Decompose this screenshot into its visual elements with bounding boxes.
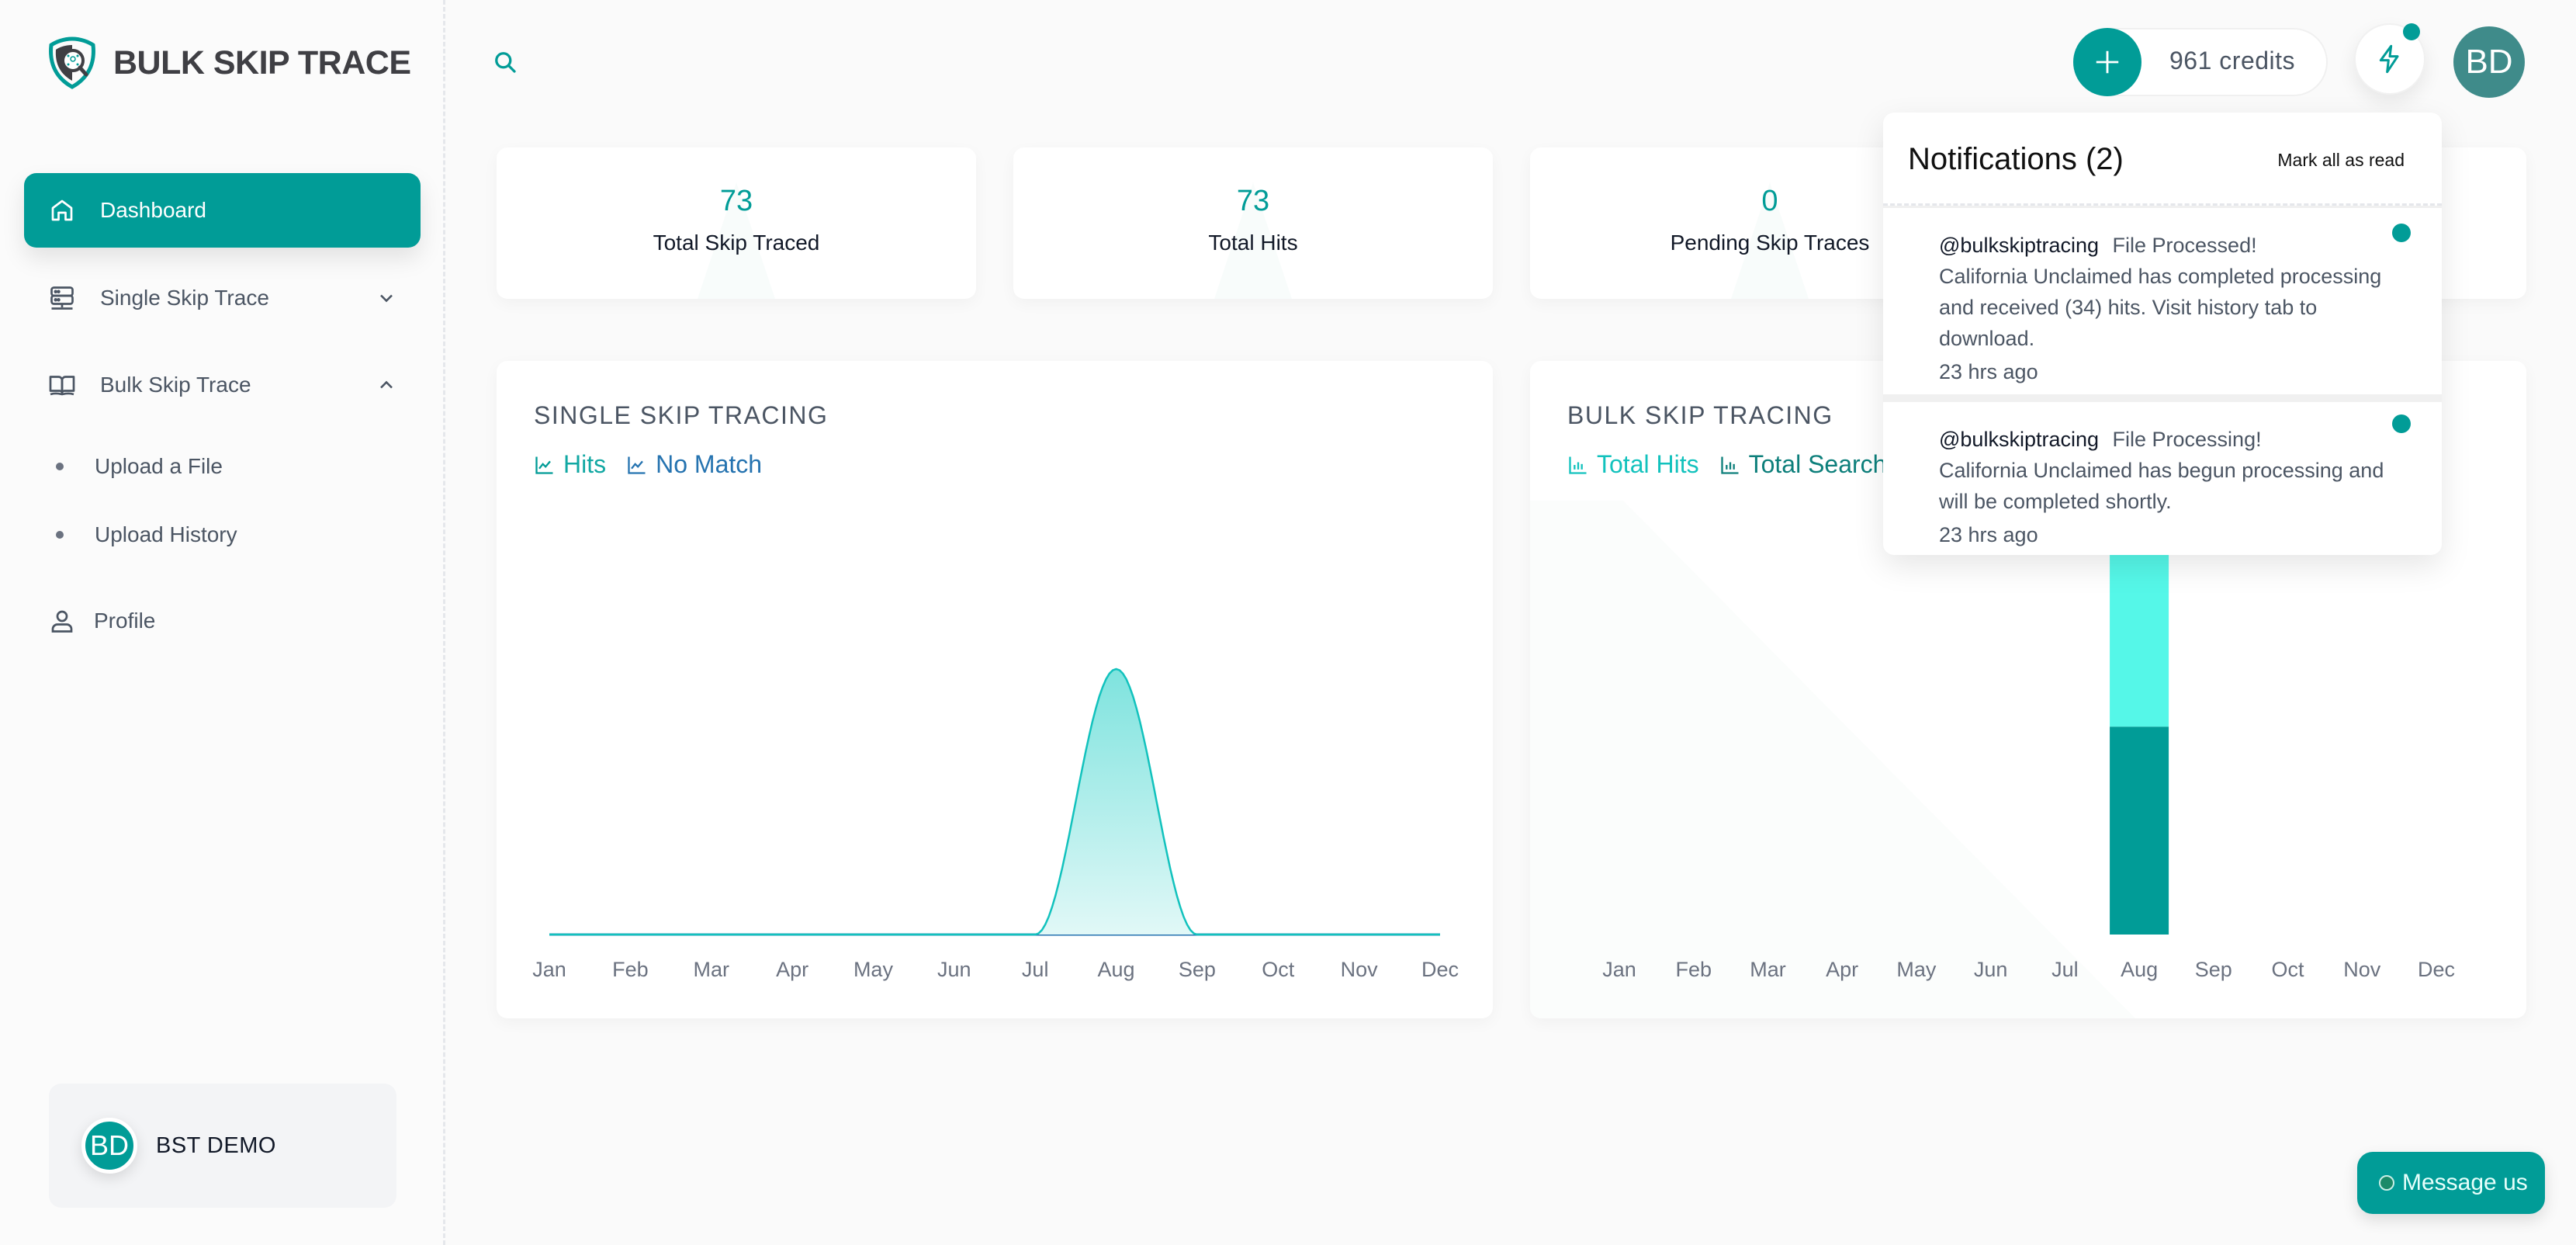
- x-tick-label: Nov: [2343, 958, 2381, 981]
- sidebar-item-label: Dashboard: [100, 198, 206, 222]
- stat-label: Total Hits: [1208, 231, 1298, 255]
- sidebar-subitem-label: Upload a File: [95, 454, 223, 478]
- plus-icon: [2096, 50, 2119, 74]
- notification-body: California Unclaimed has begun processin…: [1939, 459, 2384, 513]
- sidebar-item-dashboard[interactable]: Dashboard: [24, 173, 421, 248]
- x-tick-label: Nov: [1341, 958, 1379, 981]
- stat-label: Total Skip Traced: [653, 231, 820, 255]
- x-tick-label: May: [853, 958, 894, 981]
- x-tick-label: Feb: [612, 958, 649, 981]
- brand-name: BULK SKIP TRACE: [113, 43, 411, 81]
- notification-item[interactable]: @bulkskiptracing File Processing! Califo…: [1883, 402, 2442, 555]
- stat-card-total-skip-traced: 73 Total Skip Traced: [497, 147, 976, 299]
- home-icon: [47, 196, 77, 225]
- sidebar-item-single-skip-trace[interactable]: Single Skip Trace: [24, 261, 421, 335]
- series-area-hits: [549, 669, 1440, 935]
- x-tick-label: Aug: [2121, 958, 2158, 981]
- shield-search-logo-icon: [49, 36, 95, 89]
- notification-subject: File Processing!: [2112, 428, 2262, 451]
- notification-time: 23 hrs ago: [1939, 523, 2038, 546]
- notifications-title: Notifications (2): [1908, 142, 2124, 176]
- x-tick-label: Jul: [2051, 958, 2079, 981]
- x-tick-label: Oct: [2272, 958, 2305, 981]
- bar-total-hits-aug[interactable]: [2110, 727, 2169, 935]
- notification-handle: @bulkskiptracing: [1939, 234, 2099, 257]
- sidebar-subitem-label: Upload History: [95, 522, 237, 546]
- x-tick-label: Oct: [1262, 958, 1295, 981]
- notification-time: 23 hrs ago: [1939, 360, 2038, 383]
- x-tick-label: Sep: [1179, 958, 1216, 981]
- series-line-hits: [549, 668, 1440, 936]
- chevron-down-icon[interactable]: [376, 287, 397, 309]
- x-tick-label: May: [1896, 958, 1937, 981]
- notification-item[interactable]: @bulkskiptracing File Processed! Califor…: [1883, 208, 2442, 394]
- sidebar: BULK SKIP TRACE Dashboard Single Skip Tr…: [0, 0, 445, 1245]
- stat-card-total-hits: 73 Total Hits: [1013, 147, 1493, 299]
- x-tick-label: Mar: [693, 958, 729, 981]
- x-tick-label: Dec: [1421, 958, 1459, 981]
- x-tick-label: Jan: [532, 958, 566, 981]
- sidebar-item-bulk-skip-trace[interactable]: Bulk Skip Trace: [24, 348, 421, 422]
- book-open-icon: [47, 370, 77, 400]
- sidebar-item-profile[interactable]: Profile: [24, 584, 421, 658]
- x-tick-label: Sep: [2195, 958, 2232, 981]
- user-name: BST DEMO: [156, 1132, 276, 1158]
- add-credits-button[interactable]: [2073, 28, 2141, 96]
- stat-value: 73: [1236, 185, 1270, 217]
- x-tick-label: Apr: [1826, 958, 1858, 981]
- notifications-header: Notifications (2) Mark all as read: [1883, 113, 2442, 206]
- user-icon: [47, 606, 77, 636]
- sidebar-item-label: Profile: [94, 609, 156, 633]
- notification-badge-dot: [2403, 23, 2420, 40]
- sidebar-item-label: Single Skip Trace: [100, 286, 269, 310]
- notification-handle: @bulkskiptracing: [1939, 428, 2099, 451]
- chevron-up-icon[interactable]: [376, 374, 397, 396]
- x-tick-label: Dec: [2418, 958, 2455, 981]
- x-tick-label: Feb: [1675, 958, 1712, 981]
- unread-dot: [2392, 414, 2411, 433]
- credits-pill: 961 credits: [2073, 28, 2328, 96]
- header-avatar[interactable]: BD: [2453, 26, 2525, 98]
- notification-body: California Unclaimed has completed proce…: [1939, 265, 2382, 350]
- sidebar-subitem-upload-history[interactable]: Upload History: [56, 522, 237, 547]
- unread-dot: [2392, 224, 2411, 242]
- credits-count: 961 credits: [2169, 47, 2296, 75]
- x-tick-label: Jun: [937, 958, 971, 981]
- x-tick-label: Apr: [776, 958, 808, 981]
- single-skip-tracing-chart: Jan Feb Mar Apr May Jun Jul Aug Sep Oct Nov Dec: [532, 668, 1459, 981]
- x-tick-label: Jul: [1022, 958, 1049, 981]
- search-button[interactable]: [491, 48, 519, 76]
- search-icon: [495, 52, 516, 73]
- stat-value: 73: [719, 185, 753, 217]
- x-tick-label: Jun: [1974, 958, 2008, 981]
- mark-all-read-button[interactable]: Mark all as read: [2277, 150, 2405, 171]
- message-us-button[interactable]: Message us: [2357, 1152, 2545, 1214]
- sidebar-subitem-upload-file[interactable]: Upload a File: [56, 454, 223, 479]
- bullet-icon: [56, 531, 64, 539]
- notification-subject: File Processed!: [2112, 234, 2257, 257]
- message-us-label: Message us: [2402, 1170, 2528, 1195]
- lightning-icon: [2379, 44, 2399, 74]
- brand-logo[interactable]: BULK SKIP TRACE: [45, 36, 411, 90]
- single-skip-tracing-card: SINGLE SKIP TRACING Hits No Match Jan Feb…: [497, 361, 1493, 1018]
- x-tick-label: Jan: [1602, 958, 1636, 981]
- x-tick-label: Aug: [1098, 958, 1135, 981]
- sidebar-item-label: Bulk Skip Trace: [100, 373, 251, 397]
- x-tick-label: Mar: [1750, 958, 1786, 981]
- user-card[interactable]: BD BST DEMO: [49, 1084, 396, 1208]
- server-icon: [47, 283, 77, 313]
- avatar: BD: [81, 1118, 137, 1174]
- notifications-dropdown: Notifications (2) Mark all as read @bulk…: [1883, 113, 2442, 555]
- online-status-icon: [2379, 1175, 2394, 1191]
- bullet-icon: [56, 463, 64, 470]
